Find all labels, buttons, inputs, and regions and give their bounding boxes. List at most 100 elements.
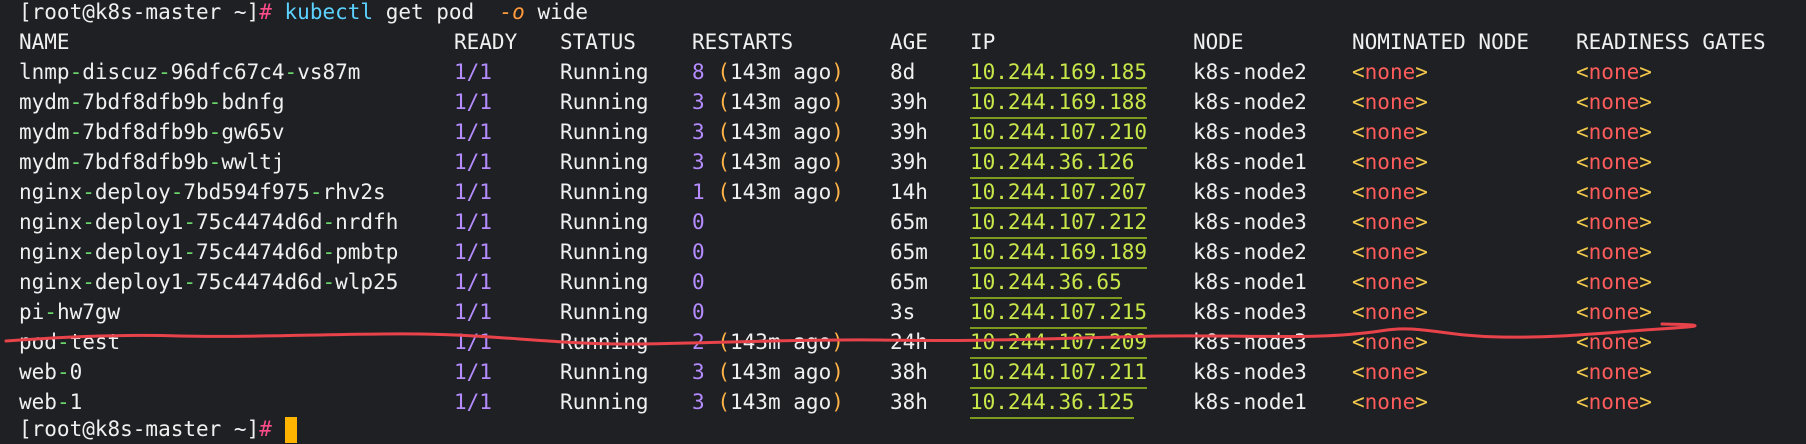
pod-ip[interactable]: 10.244.107.210 (970, 117, 1148, 149)
none-close: > (1639, 300, 1652, 324)
none-text: none (1588, 60, 1640, 84)
pod-nominated-node: <none> (1352, 147, 1428, 177)
pod-ip[interactable]: 10.244.107.207 (970, 177, 1148, 209)
pod-ready: 1/1 (454, 270, 492, 294)
none-close: > (1415, 150, 1428, 174)
table-row: nginx-deploy1-75c4474d6d-wlp25 1/1 Running… (19, 267, 1799, 299)
none-open: < (1352, 90, 1365, 114)
terminal-window[interactable]: [root@k8s-master ~]# kubectl get pod -o … (0, 0, 1806, 443)
pod-status: Running (560, 120, 649, 144)
pod-node: k8s-node3 (1193, 120, 1307, 144)
pod-nominated-node: <none> (1352, 207, 1428, 237)
pod-restart-count: 8 (692, 60, 705, 84)
pod-ip[interactable]: 10.244.107.209 (970, 327, 1148, 359)
none-open: < (1576, 210, 1589, 234)
pod-ip[interactable]: 10.244.169.185 (970, 57, 1148, 89)
pod-restarts: 3 (143m ago) (692, 387, 844, 417)
none-open: < (1352, 360, 1365, 384)
pod-ip[interactable]: 10.244.107.211 (970, 357, 1148, 389)
pod-name-part: bdnfg (221, 90, 285, 114)
pod-age: 65m (890, 210, 928, 234)
none-close: > (1639, 210, 1652, 234)
none-close: > (1639, 390, 1652, 414)
pod-name-part: test (69, 330, 121, 354)
pod-name-sep: - (56, 330, 70, 354)
pod-name-sep: - (69, 90, 83, 114)
pod-readiness-gates: <none> (1576, 117, 1652, 147)
none-open: < (1576, 150, 1589, 174)
pod-nominated-node: <none> (1352, 267, 1428, 297)
pod-restart-count: 3 (692, 150, 705, 174)
pod-status: Running (560, 270, 649, 294)
pod-age: 65m (890, 240, 928, 264)
pod-name-sep: - (183, 240, 197, 264)
none-open: < (1576, 90, 1589, 114)
none-open: < (1352, 240, 1365, 264)
none-close: > (1639, 150, 1652, 174)
final-prompt-line: [root@k8s-master ~]# (19, 414, 297, 444)
pod-ip[interactable]: 10.244.169.188 (970, 87, 1148, 119)
none-text: none (1588, 120, 1640, 144)
pod-name-sep: - (82, 210, 95, 234)
pod-age: 39h (890, 120, 928, 144)
pod-restarts: 0 (692, 297, 717, 327)
none-text: none (1364, 300, 1416, 324)
none-open: < (1576, 270, 1589, 294)
pod-name-part: 0 (69, 360, 83, 384)
pod-restart-ago: (143m ago) (717, 150, 844, 174)
pod-name-part: discuz (82, 60, 159, 84)
pod-name-part: nrdfh (335, 210, 399, 234)
none-text: none (1364, 90, 1416, 114)
command-prompt-line: [root@k8s-master ~]# kubectl get pod -o … (19, 0, 588, 27)
pod-ip[interactable]: 10.244.36.125 (970, 387, 1135, 419)
pod-name-part: pi (19, 300, 45, 324)
table-row: nginx-deploy1-75c4474d6d-pmbtp 1/1 Running… (19, 237, 1799, 269)
pod-name-sep: - (183, 210, 197, 234)
header-status: STATUS (560, 30, 636, 54)
pod-nominated-node: <none> (1352, 117, 1428, 147)
pod-readiness-gates: <none> (1576, 57, 1652, 87)
pod-readiness-gates: <none> (1576, 267, 1652, 297)
pod-readiness-gates: <none> (1576, 297, 1652, 327)
text-cursor (284, 417, 297, 443)
pod-ip[interactable]: 10.244.169.189 (970, 237, 1148, 269)
pod-age: 3s (890, 300, 916, 324)
none-close: > (1639, 180, 1652, 204)
pod-ip[interactable]: 10.244.107.215 (970, 297, 1148, 329)
pod-name-sep: - (82, 270, 95, 294)
none-text: none (1364, 360, 1416, 384)
pod-ip[interactable]: 10.244.36.65 (970, 267, 1122, 299)
pod-name-part: 7bdf8dfb9b (82, 90, 209, 114)
pod-name-part: mydm (19, 150, 70, 174)
none-close: > (1415, 360, 1428, 384)
pod-name: web-1 (19, 387, 82, 417)
pod-name-sep: - (56, 390, 70, 414)
none-text: none (1588, 180, 1640, 204)
pod-age: 65m (890, 270, 928, 294)
command-args: get pod (385, 0, 487, 24)
pod-name-part: 75c4474d6d (196, 240, 323, 264)
pod-nominated-node: <none> (1352, 357, 1428, 387)
pod-nominated-node: <none> (1352, 57, 1428, 87)
none-close: > (1415, 270, 1428, 294)
none-open: < (1576, 240, 1589, 264)
pod-name-part: web (19, 360, 57, 384)
table-row: web-0 1/1 Running 3 (143m ago) 38h 10.244.107… (19, 357, 1799, 389)
pod-ready: 1/1 (454, 180, 492, 204)
none-close: > (1639, 240, 1652, 264)
pod-restart-count: 0 (692, 300, 705, 324)
pod-readiness-gates: <none> (1576, 237, 1652, 267)
none-open: < (1576, 60, 1589, 84)
none-text: none (1588, 240, 1640, 264)
pod-readiness-gates: <none> (1576, 327, 1652, 357)
pod-ip[interactable]: 10.244.107.212 (970, 207, 1148, 239)
pod-age: 8d (890, 60, 916, 84)
pod-name: lnmp-discuz-96dfc67c4-vs87m (19, 57, 360, 87)
none-open: < (1576, 360, 1589, 384)
none-close: > (1639, 120, 1652, 144)
pod-name-sep: - (69, 120, 83, 144)
pod-age: 39h (890, 90, 928, 114)
pod-ip[interactable]: 10.244.36.126 (970, 147, 1135, 179)
pod-name-sep: - (309, 180, 323, 204)
pod-restart-count: 0 (692, 240, 705, 264)
